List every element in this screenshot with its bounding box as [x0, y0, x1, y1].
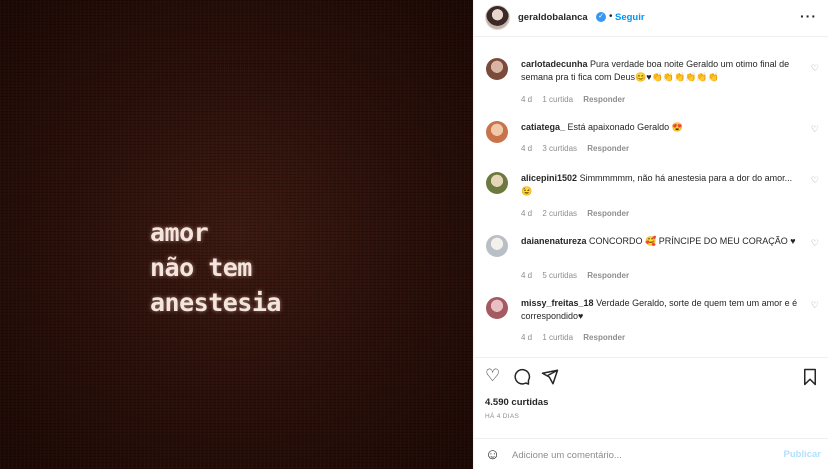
media-line-1: amor — [150, 218, 209, 247]
comment-username[interactable]: alicepini1502 — [521, 173, 577, 183]
commenter-avatar[interactable] — [486, 235, 508, 257]
comments-list[interactable]: carlotadecunha Pura verdade boa noite Ge… — [474, 37, 828, 357]
comment-age[interactable]: 4 d — [521, 95, 532, 104]
comment-body: daianenatureza CONCORDO 🥰 PRÍNCIPE DO ME… — [521, 235, 801, 248]
comment-likes[interactable]: 1 curtida — [542, 333, 573, 342]
commenter-avatar[interactable] — [486, 58, 508, 80]
commenter-avatar[interactable] — [486, 297, 508, 319]
media-line-2: não tem — [150, 253, 252, 282]
comment-text: CONCORDO 🥰 PRÍNCIPE DO MEU CORAÇÃO ♥ — [589, 236, 796, 246]
commenter-avatar[interactable] — [486, 172, 508, 194]
save-bookmark-icon[interactable] — [801, 366, 819, 386]
more-options-icon[interactable]: ··· — [800, 8, 817, 24]
emoji-smiley-icon[interactable]: ☺ — [485, 446, 500, 463]
reply-button[interactable]: Responder — [587, 144, 629, 153]
comment-text: Está apaixonado Geraldo 😍 — [567, 122, 683, 132]
comment-likes[interactable]: 5 curtidas — [542, 271, 577, 280]
comment-age[interactable]: 4 d — [521, 209, 532, 218]
reply-button[interactable]: Responder — [583, 95, 625, 104]
like-heart-icon[interactable]: ♡ — [485, 366, 500, 386]
commenter-avatar[interactable] — [486, 121, 508, 143]
comment-like-heart-icon[interactable]: ♡ — [811, 124, 819, 135]
comment-username[interactable]: daianenatureza — [521, 236, 587, 246]
comment-like-heart-icon[interactable]: ♡ — [811, 63, 819, 74]
comment-input[interactable] — [512, 447, 772, 463]
comment-like-heart-icon[interactable]: ♡ — [811, 238, 819, 249]
comment-like-heart-icon[interactable]: ♡ — [811, 300, 819, 311]
comment-meta: 4 d 3 curtidas Responder — [521, 144, 637, 153]
comment-body: alicepini1502 Simmmmmm, não há anestesia… — [521, 172, 801, 198]
comment-meta: 4 d 1 curtida Responder — [521, 333, 633, 342]
follow-button[interactable]: Seguir — [615, 12, 645, 23]
like-count[interactable]: 4.590 curtidas — [485, 397, 548, 408]
comment-age[interactable]: 4 d — [521, 271, 532, 280]
comment-bubble-icon[interactable] — [513, 366, 531, 386]
reply-button[interactable]: Responder — [587, 209, 629, 218]
comment-body: carlotadecunha Pura verdade boa noite Ge… — [521, 58, 801, 84]
comment-meta: 4 d 5 curtidas Responder — [521, 271, 637, 280]
comment-meta: 4 d 2 curtidas Responder — [521, 209, 637, 218]
post-side-panel: geraldobalanca ✓ • Seguir ··· carlotadec… — [473, 0, 828, 469]
post-time[interactable]: HÁ 4 DIAS — [485, 413, 519, 420]
comment-age[interactable]: 4 d — [521, 333, 532, 342]
reply-button[interactable]: Responder — [587, 271, 629, 280]
post-media[interactable]: amor não tem anestesia — [0, 0, 473, 469]
comment-likes[interactable]: 1 curtida — [542, 95, 573, 104]
media-caption-text: amor não tem anestesia — [150, 215, 281, 320]
comment-username[interactable]: missy_freitas_18 — [521, 298, 594, 308]
comment-likes[interactable]: 2 curtidas — [542, 209, 577, 218]
comment-body: catiatega_ Está apaixonado Geraldo 😍 — [521, 121, 801, 134]
author-username[interactable]: geraldobalanca — [518, 12, 588, 23]
share-paper-plane-icon[interactable] — [541, 366, 559, 386]
comment-like-heart-icon[interactable]: ♡ — [811, 175, 819, 186]
comment-body: missy_freitas_18 Verdade Geraldo, sorte … — [521, 297, 801, 323]
reply-button[interactable]: Responder — [583, 333, 625, 342]
comment-username[interactable]: carlotadecunha — [521, 59, 588, 69]
post-actions: ♡ 4.590 curtidas HÁ 4 DIAS ☺ Publicar — [474, 357, 828, 469]
comment-username[interactable]: catiatega_ — [521, 122, 565, 132]
header-separator: • — [609, 11, 613, 22]
add-comment-bar: ☺ Publicar — [474, 438, 828, 469]
author-avatar[interactable] — [485, 5, 510, 30]
publish-button[interactable]: Publicar — [784, 449, 822, 460]
verified-badge-icon: ✓ — [596, 12, 606, 22]
post-header: geraldobalanca ✓ • Seguir ··· — [474, 0, 828, 37]
comment-likes[interactable]: 3 curtidas — [542, 144, 577, 153]
media-line-3: anestesia — [150, 288, 281, 317]
comment-meta: 4 d 1 curtida Responder — [521, 95, 633, 104]
comment-age[interactable]: 4 d — [521, 144, 532, 153]
